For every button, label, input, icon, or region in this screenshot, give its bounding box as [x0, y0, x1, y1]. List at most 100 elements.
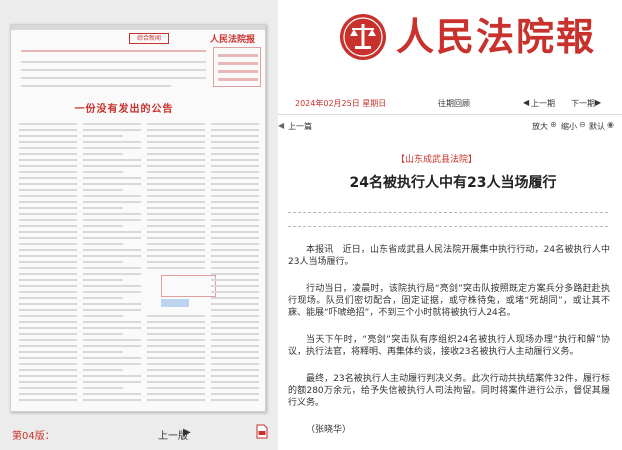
prev-article-link[interactable]: 上一篇 [288, 121, 312, 132]
thumbnail-text-line [211, 393, 259, 395]
thumbnail-text-line [147, 159, 205, 161]
thumbnail-text-line [19, 255, 77, 257]
thumbnail-text-line [83, 369, 123, 371]
thumbnail-text-line [211, 177, 259, 179]
thumbnail-text-line [19, 363, 77, 365]
zoom-in-button[interactable]: 放大 [532, 121, 548, 132]
prev-article-arrow-icon[interactable]: ◀ [278, 121, 284, 130]
article-paragraph: 当天下午时，“亮剑”突击队有序组织24名被执行人现场办理“执行和解”协议，执行法… [288, 335, 610, 357]
thumbnail-text-line [211, 267, 259, 269]
thumbnail-text-line [147, 213, 205, 215]
thumbnail-text-line [211, 333, 259, 335]
thumbnail-text-line [83, 297, 123, 299]
thumbnail-text-line [147, 219, 205, 221]
thumbnail-text-line [83, 249, 141, 251]
thumbnail-headline[interactable]: 一份没有发出的公告 [49, 100, 199, 115]
thumbnail-text-line [83, 201, 141, 203]
thumbnail-text-line [211, 183, 259, 185]
thumbnail-text-line [83, 153, 123, 155]
thumbnail-text-line [211, 303, 259, 305]
thumbnail-text-line [211, 249, 259, 251]
newspaper-page-thumbnail[interactable]: 综合新闻 人民法院报 一份没有发出的公告 [10, 24, 266, 412]
thumbnail-text-line [19, 351, 77, 353]
default-size-button[interactable]: 默认 [589, 121, 605, 132]
thumbnail-text-line [147, 189, 205, 191]
thumbnail-text-line [211, 291, 259, 293]
thumbnail-text-line [83, 135, 123, 137]
thumbnail-text-line [19, 369, 77, 371]
thumbnail-text-line [147, 393, 205, 395]
thumbnail-text-line [19, 279, 77, 281]
thumbnail-text-line [211, 165, 259, 167]
thumbnail-text-line [211, 381, 259, 383]
article-paragraph: 本报讯 近日，山东省成武县人民法院开展集中执行行动，24名被执行人中23人当场履… [288, 245, 610, 267]
thumbnail-text-line [147, 147, 205, 149]
article-paragraph: 行动当日，凌晨时，该院执行局“亮剑”突击队按照既定方案兵分多路赶赴执行现场。队员… [288, 284, 610, 318]
past-issues-link[interactable]: 往期回顾 [438, 98, 470, 109]
thumbnail-text-line [83, 291, 141, 293]
zoom-out-icon[interactable]: ⊖ [579, 120, 586, 129]
thumbnail-text-line [83, 213, 141, 215]
thumbnail-text-line [19, 303, 77, 305]
thumbnail-text-line [147, 399, 205, 401]
thumbnail-text-line [83, 267, 141, 269]
prev-issue-link[interactable]: 上一期 [531, 98, 555, 109]
reset-size-icon[interactable]: ◉ [607, 120, 614, 129]
thumbnail-text-line [211, 279, 259, 281]
thumbnail-text-line [19, 315, 77, 317]
zoom-in-icon[interactable]: ⊕ [550, 120, 557, 129]
thumbnail-text-line [147, 261, 205, 263]
thumbnail-text-line [19, 129, 77, 131]
next-issue-link[interactable]: 下一期 [571, 98, 595, 109]
thumbnail-text-line [211, 141, 259, 143]
article-byline: （张晓华） [306, 425, 352, 435]
thumbnail-text-line [83, 165, 141, 167]
thumbnail-text-line [211, 363, 259, 365]
thumbnail-text-line [147, 207, 205, 209]
thumbnail-text-line [211, 297, 259, 299]
prev-issue-arrow-icon[interactable]: ◀ [523, 98, 529, 107]
thumbnail-top-bar [11, 25, 265, 30]
thumbnail-text-line [211, 207, 259, 209]
thumbnail-text-line [83, 171, 123, 173]
thumbnail-text-line [19, 393, 77, 395]
thumbnail-text-line [211, 159, 259, 161]
thumbnail-text-line [147, 171, 205, 173]
thumbnail-text-line [211, 357, 259, 359]
thumbnail-text-line [19, 183, 77, 185]
newspaper-page-panel: 综合新闻 人民法院报 一份没有发出的公告 第04版： 上一版 ▶ [0, 0, 278, 450]
thumbnail-text-line [19, 177, 77, 179]
thumbnail-text-line [147, 321, 205, 323]
article-title: 24名被执行人中有23人当场履行 [349, 175, 557, 191]
thumbnail-text-line [83, 351, 123, 353]
thumbnail-text-line [147, 129, 205, 131]
thumbnail-text-line [83, 381, 141, 383]
thumbnail-text-line [211, 213, 259, 215]
thumbnail-text-line [211, 399, 259, 401]
thumbnail-text-line [19, 285, 77, 287]
thumbnail-text-line [19, 333, 77, 335]
thumbnail-text-line [83, 309, 141, 311]
article-paragraph: 最终，23名被执行人主动履行判决义务。此次行动共执结案件32件，履行标的额280… [288, 374, 610, 408]
thumbnail-text-line [19, 231, 77, 233]
thumbnail-text-line [147, 363, 205, 365]
thumbnail-text-line [19, 189, 77, 191]
thumbnail-text-line [83, 123, 141, 125]
zoom-out-button[interactable]: 缩小 [561, 121, 577, 132]
pdf-icon[interactable] [256, 424, 268, 439]
thumbnail-text-line [19, 237, 77, 239]
thumbnail-text-line [19, 357, 77, 359]
title-divider [288, 226, 608, 227]
next-issue-arrow-icon[interactable]: ▶ [595, 98, 601, 107]
thumbnail-text-line [19, 195, 77, 197]
thumbnail-article-box[interactable] [161, 275, 216, 297]
thumbnail-text-line [83, 159, 141, 161]
thumbnail-text-line [83, 237, 141, 239]
prev-page-arrow-icon[interactable]: ▶ [183, 427, 191, 438]
thumbnail-text-line [211, 387, 259, 389]
thumbnail-text-line [83, 243, 123, 245]
thumbnail-text-line [147, 333, 205, 335]
page-number[interactable]: 第04版： [12, 427, 55, 442]
thumbnail-text-line [83, 375, 141, 377]
thumbnail-text-line [19, 165, 77, 167]
